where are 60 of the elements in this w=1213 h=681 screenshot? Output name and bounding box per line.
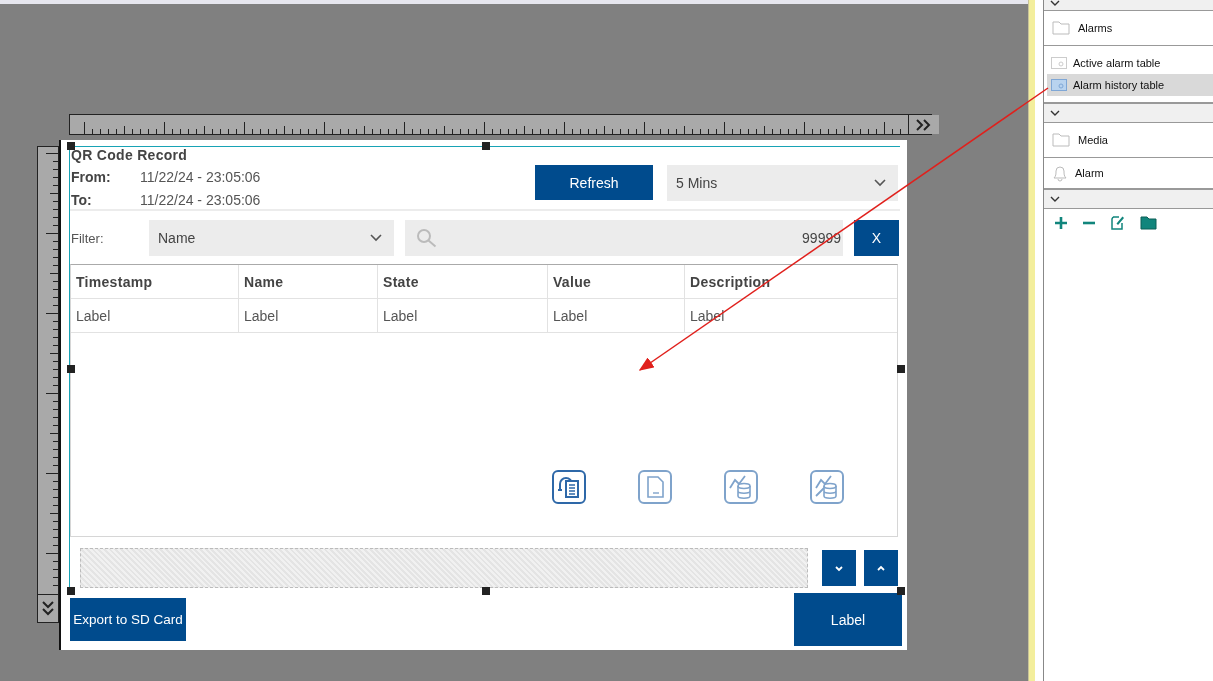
chevron-down-icon — [834, 564, 844, 572]
export-button[interactable]: Export to SD Card — [70, 598, 186, 641]
table-cell: Label — [548, 299, 685, 332]
column-header[interactable]: State — [378, 265, 548, 298]
chevron-down-icon — [1050, 196, 1060, 202]
column-header[interactable]: Timestamp — [71, 265, 239, 298]
folder-item[interactable]: Media — [1044, 123, 1213, 158]
database-chart-icon[interactable] — [724, 470, 758, 504]
label-button[interactable]: Label — [794, 593, 902, 646]
from-label: From: — [71, 168, 112, 185]
folder-icon — [1052, 133, 1070, 147]
interval-dropdown[interactable]: 5 Mins — [667, 165, 898, 201]
resize-handle[interactable] — [67, 142, 75, 150]
list-item[interactable]: Alarm — [1047, 164, 1213, 182]
column-header[interactable]: Description — [685, 265, 897, 298]
resize-handle[interactable] — [897, 365, 905, 373]
list-item[interactable]: Alarm history table — [1047, 74, 1213, 96]
table-icon — [1051, 79, 1067, 91]
folder-icon — [1052, 21, 1070, 35]
search-icon — [415, 228, 439, 248]
expand-button[interactable] — [908, 115, 939, 134]
to-label: To: — [71, 191, 93, 208]
add-icon[interactable] — [1054, 216, 1068, 230]
column-header[interactable]: Value — [548, 265, 685, 298]
section-header[interactable] — [1044, 103, 1213, 123]
table-icon — [1051, 57, 1067, 69]
splitter-bar[interactable] — [1028, 0, 1035, 681]
from-value: 11/22/24 - 23:05:06 — [140, 168, 261, 185]
caret-icon — [370, 234, 382, 242]
chevron-down-icon — [1050, 110, 1060, 116]
edit-icon[interactable] — [1110, 215, 1126, 231]
clear-button[interactable]: X — [854, 220, 899, 256]
chevron-down-icon — [1050, 0, 1060, 6]
filter-label: Filter: — [70, 230, 105, 246]
column-header[interactable]: Name — [239, 265, 378, 298]
to-value: 11/22/24 - 23:05:06 — [140, 191, 261, 208]
table-cell: Label — [239, 299, 378, 332]
database-chart-icon[interactable] — [810, 470, 844, 504]
double-chevron-icon — [42, 599, 54, 618]
file-icon[interactable] — [638, 470, 672, 504]
resize-handle[interactable] — [482, 142, 490, 150]
resize-handle[interactable] — [67, 365, 75, 373]
folder-item[interactable]: Alarms — [1044, 11, 1213, 46]
section-header[interactable] — [1044, 0, 1213, 11]
resize-handle[interactable] — [67, 587, 75, 595]
screen-title: QR Code Record — [71, 147, 189, 165]
bell-icon — [1051, 164, 1069, 182]
double-chevron-icon — [915, 118, 933, 131]
folder-icon[interactable] — [1140, 216, 1157, 230]
caret-icon — [874, 179, 886, 187]
resize-handle[interactable] — [482, 587, 490, 595]
alarm-list-icon[interactable] — [552, 470, 586, 504]
resize-handle[interactable] — [897, 587, 905, 595]
refresh-button[interactable]: Refresh — [535, 165, 653, 200]
chevron-up-icon — [876, 564, 886, 572]
list-item[interactable]: Active alarm table — [1047, 52, 1213, 74]
table-cell: Label — [378, 299, 548, 332]
filter-dropdown[interactable]: Name — [149, 220, 394, 256]
section-header[interactable] — [1044, 189, 1213, 209]
table-cell: Label — [71, 299, 239, 332]
